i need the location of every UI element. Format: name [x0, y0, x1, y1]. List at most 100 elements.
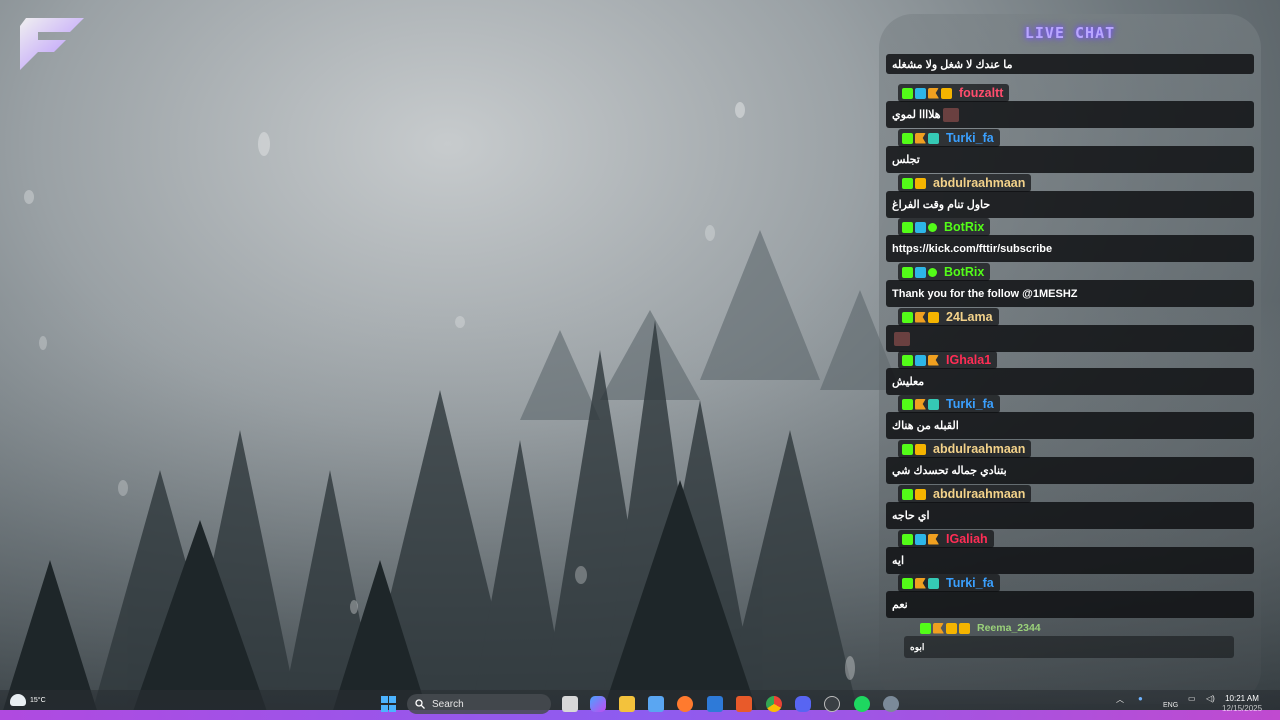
store-icon[interactable]	[648, 696, 664, 712]
chat-username[interactable]: BotRix	[944, 265, 984, 279]
sub-badge-icon	[928, 311, 939, 323]
kick-badge-icon	[902, 87, 913, 99]
gift-badge-icon	[928, 132, 939, 144]
cloud-icon	[10, 694, 26, 706]
gift-badge-icon	[928, 398, 939, 410]
flag-badge-icon	[928, 87, 939, 99]
firefox-icon[interactable]	[677, 696, 693, 712]
weather-widget[interactable]: 15°C	[10, 694, 46, 706]
illustrator-icon[interactable]	[736, 696, 752, 712]
steam-icon[interactable]	[883, 696, 899, 712]
sub-badge-icon	[915, 443, 926, 455]
discord-icon[interactable]	[795, 696, 811, 712]
kick-badge-icon	[902, 533, 913, 545]
copilot-icon[interactable]	[590, 696, 606, 712]
spotify-icon[interactable]	[854, 696, 870, 712]
chat-username[interactable]: abdulraahmaan	[933, 442, 1025, 456]
blue-badge-icon	[915, 87, 926, 99]
system-clock[interactable]: 10:21 AM 12/15/2025	[1222, 694, 1262, 714]
chat-author-line: Turki_fa	[898, 574, 1000, 592]
language-indicator[interactable]: ENG	[1163, 702, 1178, 709]
chat-username[interactable]: abdulraahmaan	[933, 487, 1025, 501]
volume-icon[interactable]: ◁)	[1206, 694, 1215, 703]
emote-icon	[894, 331, 910, 346]
kick-badge-icon	[902, 354, 913, 366]
flag-badge-icon	[915, 132, 926, 144]
sub-badge-icon	[946, 622, 957, 634]
chat-author-line: IGhala1	[898, 351, 998, 369]
chat-message-text: نعم	[892, 599, 908, 611]
chat-message-body: معليش	[886, 368, 1254, 395]
network-icon[interactable]: ▭	[1188, 694, 1196, 703]
chat-message-text: Thank you for the follow @1MESHZ	[892, 287, 1078, 300]
chat-message-body: هلاااا لموي	[886, 101, 1254, 128]
kick-badge-icon	[902, 266, 913, 278]
chat-author-line: Turki_fa	[898, 395, 1000, 413]
chat-username[interactable]: fouzaltt	[959, 86, 1003, 100]
chat-username[interactable]: Turki_fa	[946, 397, 994, 411]
chat-author-line: BotRix	[898, 218, 991, 236]
taskbar-accent-strip	[0, 710, 1280, 720]
chat-username[interactable]: abdulraahmaan	[933, 176, 1025, 190]
chat-message-text: https://kick.com/fttir/subscribe	[892, 242, 1053, 255]
chat-username[interactable]: Turki_fa	[946, 576, 994, 590]
chat-message-text: معليش	[892, 376, 925, 388]
chat-message-body: تجلس	[886, 146, 1254, 173]
chat-username[interactable]: IGaliah	[946, 532, 988, 546]
kick-badge-icon	[902, 177, 913, 189]
chat-message-text: اي حاجه	[892, 510, 930, 522]
clock-time: 10:21 AM	[1225, 694, 1259, 703]
sub-badge-icon	[915, 488, 926, 500]
chat-message-body: Thank you for the follow @1MESHZ	[886, 280, 1254, 307]
chat-username[interactable]: 24Lama	[946, 310, 993, 324]
blue-badge-icon	[915, 266, 926, 278]
app-logo-icon	[20, 18, 84, 70]
chat-username[interactable]: IGhala1	[946, 353, 991, 367]
chat-username[interactable]: Turki_fa	[946, 131, 994, 145]
sub-badge-icon	[959, 622, 970, 634]
sub-badge-icon	[941, 87, 952, 99]
kick-badge-icon	[920, 622, 931, 634]
tray-overflow-chevron-icon[interactable]: ︿	[1116, 694, 1124, 705]
microphone-icon[interactable]: ●	[1138, 694, 1143, 703]
chat-message-text: ما عندك لا شغل ولا مشغله	[892, 58, 1013, 71]
gift-badge-icon	[928, 577, 939, 589]
outlook-icon[interactable]	[707, 696, 723, 712]
chat-message-body: نعم	[886, 591, 1254, 618]
flag-badge-icon	[915, 577, 926, 589]
kick-badge-icon	[902, 398, 913, 410]
chat-message-body: ابوه	[904, 636, 1234, 658]
chat-message-text: حاول تنام وقت الفراغ	[892, 199, 991, 211]
chat-author-line: abdulraahmaan	[898, 174, 1032, 192]
chrome-icon[interactable]	[766, 696, 782, 712]
kick-badge-icon	[902, 311, 913, 323]
chat-author-line: fouzaltt	[898, 84, 1010, 102]
start-button[interactable]	[381, 696, 397, 712]
chat-username[interactable]: Reema_2344	[977, 622, 1041, 634]
kick-badge-icon	[902, 577, 913, 589]
chat-message-text: بتنادي جماله تحسدك شي	[892, 465, 1007, 477]
blue-badge-icon	[915, 221, 926, 233]
obs-icon[interactable]	[824, 696, 840, 712]
search-icon	[415, 699, 425, 709]
chat-message-body: حاول تنام وقت الفراغ	[886, 191, 1254, 218]
verified-badge-icon	[928, 222, 937, 232]
search-label: Search	[432, 698, 464, 710]
flag-badge-icon	[933, 622, 944, 634]
kick-badge-icon	[902, 443, 913, 455]
chat-message-body	[886, 325, 1254, 352]
blue-badge-icon	[915, 533, 926, 545]
chat-message-body: https://kick.com/fttir/subscribe	[886, 235, 1254, 262]
chat-message-text: تجلس	[892, 154, 920, 166]
sub-badge-icon	[915, 177, 926, 189]
chat-author-line: Reema_2344	[916, 619, 1047, 637]
weather-temp: 15°C	[30, 696, 46, 704]
chat-username[interactable]: BotRix	[944, 220, 984, 234]
task-view-icon[interactable]	[562, 696, 578, 712]
chat-message-body: اي حاجه	[886, 502, 1254, 529]
taskbar-search[interactable]: Search	[407, 694, 551, 714]
kick-badge-icon	[902, 221, 913, 233]
kick-badge-icon	[902, 132, 913, 144]
chat-message-text: القبله من هناك	[892, 420, 959, 432]
file-explorer-icon[interactable]	[619, 696, 635, 712]
